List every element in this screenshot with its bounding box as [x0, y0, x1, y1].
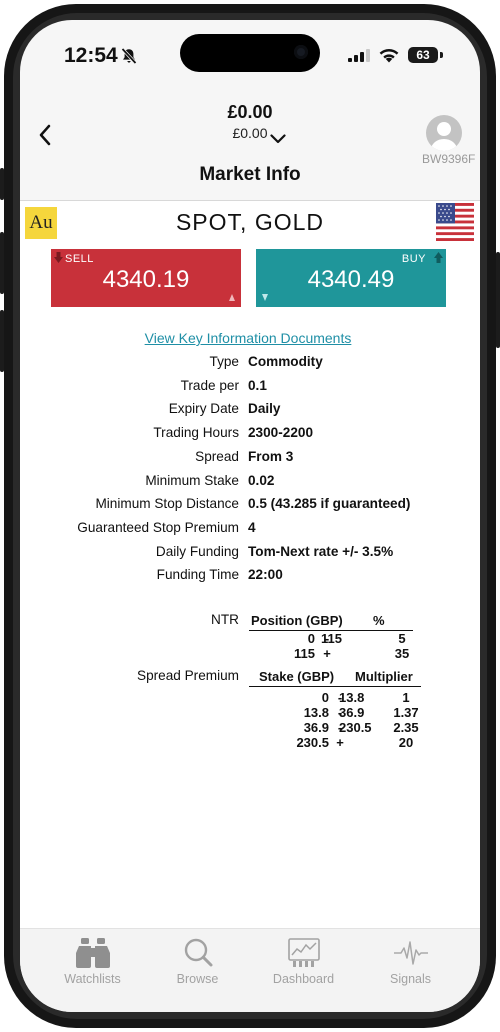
sell-button[interactable]: SELL 4340.19 — [51, 249, 241, 307]
info-row: Expiry Date Daily — [20, 400, 480, 420]
range-value: 5 — [398, 631, 406, 646]
info-value: 0.1 — [248, 377, 267, 393]
instrument-name: SPOT, GOLD — [175, 209, 325, 235]
range-to: 36.9 — [339, 705, 365, 720]
info-row: Funding Time 22:00 — [20, 566, 480, 586]
range-value: 1 — [402, 690, 410, 705]
info-row: Guaranteed Stop Premium 4 — [20, 519, 480, 539]
magnifier-icon — [184, 938, 213, 967]
tab-label: Dashboard — [272, 972, 335, 986]
phone-frame: 12:54 63 £0.00 £0.00 BW9396F Market Info… — [0, 0, 500, 1032]
range-sep: + — [336, 735, 344, 750]
spread-header-rule — [249, 686, 421, 687]
info-row: Trade per 0.1 — [20, 377, 480, 397]
battery-indicator: 63 — [408, 47, 438, 63]
bottom-tab-bar: Watchlists Browse Dashboard Signals — [20, 928, 480, 1012]
user-icon — [430, 122, 458, 151]
screen: 12:54 63 £0.00 £0.00 BW9396F Market Info… — [20, 20, 480, 1012]
arrow-up-icon — [434, 252, 443, 263]
info-row: Spread From 3 — [20, 448, 480, 468]
cellular-signal-icon — [348, 49, 370, 62]
ntr-header-position: Position (GBP) — [251, 613, 343, 628]
pulse-icon — [394, 941, 428, 965]
wifi-icon — [379, 48, 399, 63]
spread-premium-label: Spread Premium — [137, 668, 239, 683]
buy-label: BUY — [401, 253, 426, 265]
balance-value: £0.00 — [227, 102, 273, 122]
info-label: Minimum Stop Distance — [95, 496, 239, 512]
info-row: Minimum Stake 0.02 — [20, 472, 480, 492]
info-value: 2300-2200 — [248, 425, 314, 441]
info-label: Trading Hours — [153, 425, 239, 441]
info-row: Trading Hours 2300-2200 — [20, 424, 480, 444]
sell-price: 4340.19 — [102, 266, 190, 293]
info-label: Minimum Stake — [145, 472, 239, 488]
tab-label: Browse — [176, 972, 219, 986]
info-value: Daily — [248, 401, 281, 417]
info-row: Minimum Stop Distance 0.5 (43.285 if guar… — [20, 495, 480, 515]
tab-browse[interactable]: Browse — [140, 929, 255, 999]
range-value: 35 — [394, 646, 410, 661]
key-information-link[interactable]: View Key Information Documents — [20, 330, 476, 346]
tab-watchlists[interactable]: Watchlists — [35, 929, 150, 999]
price-up-icon — [229, 294, 235, 301]
range-value: 1.37 — [393, 705, 419, 720]
top-navigation-bar: £0.00 £0.00 BW9396F — [20, 90, 480, 166]
ntr-table: Position (GBP) % 0-115 5 115 +35 — [249, 611, 413, 671]
info-row: Daily Funding Tom-Next rate +/- 3.5% — [20, 543, 480, 563]
range-to: 13.8 — [339, 690, 365, 705]
tab-signals[interactable]: Signals — [353, 929, 468, 999]
dynamic-island — [180, 34, 320, 72]
info-label: Trade per — [180, 377, 239, 393]
info-value: Tom-Next rate +/- 3.5% — [248, 543, 394, 559]
page-title: Market Info — [199, 164, 301, 185]
buy-button[interactable]: BUY 4340.49 — [256, 249, 446, 307]
balance-sub-value: £0.00 — [232, 125, 268, 141]
arrow-down-icon — [54, 252, 63, 263]
market-info-panel: Au SPOT, GOLD SELL 4340.19 BUY 4340.49 V… — [20, 200, 480, 929]
spread-premium-table: Stake (GBP) Multiplier 0-13.8 1 13.8-36.9 1… — [249, 667, 421, 757]
info-label: Funding Time — [156, 567, 239, 583]
info-value: 0.02 — [248, 472, 275, 488]
battery-tip — [440, 52, 443, 58]
price-down-icon — [262, 294, 268, 301]
range-value: 20 — [398, 735, 414, 750]
ntr-header-percent: % — [373, 613, 385, 628]
info-value: 22:00 — [248, 567, 283, 583]
chevron-down-icon[interactable] — [270, 134, 286, 144]
info-value: 0.5 (43.285 if guaranteed) — [248, 496, 411, 512]
front-camera — [294, 45, 308, 59]
range-value: 2.35 — [393, 720, 419, 735]
sell-label: SELL — [65, 253, 94, 265]
range-to: 115 — [321, 631, 342, 646]
range-sep: + — [323, 646, 331, 661]
info-value: From 3 — [248, 448, 294, 464]
bell-slash-icon — [121, 47, 137, 65]
us-flag-icon — [436, 203, 474, 241]
info-row: Type Commodity — [20, 353, 480, 373]
ntr-label: NTR — [211, 612, 239, 627]
spread-header-multiplier: Multiplier — [355, 669, 413, 684]
status-time: 12:54 — [64, 44, 118, 67]
info-label: Type — [209, 354, 239, 369]
spread-header-stake: Stake (GBP) — [259, 669, 335, 684]
info-label: Spread — [195, 448, 239, 464]
dashboard-icon — [288, 938, 320, 967]
avatar[interactable] — [426, 115, 462, 151]
binoculars-icon — [76, 938, 110, 968]
tab-dashboard[interactable]: Dashboard — [246, 929, 361, 999]
info-label: Expiry Date — [168, 401, 239, 417]
info-label: Daily Funding — [155, 543, 239, 559]
buy-price: 4340.49 — [307, 266, 395, 293]
tab-label: Signals — [390, 972, 431, 986]
info-value: Commodity — [248, 354, 323, 369]
power-button — [496, 252, 500, 348]
info-label: Guaranteed Stop Premium — [77, 519, 239, 535]
info-value: 4 — [248, 519, 256, 535]
range-to: 230.5 — [339, 720, 372, 735]
tab-label: Watchlists — [64, 972, 121, 986]
balance-display[interactable]: £0.00 £0.00 — [20, 102, 480, 141]
